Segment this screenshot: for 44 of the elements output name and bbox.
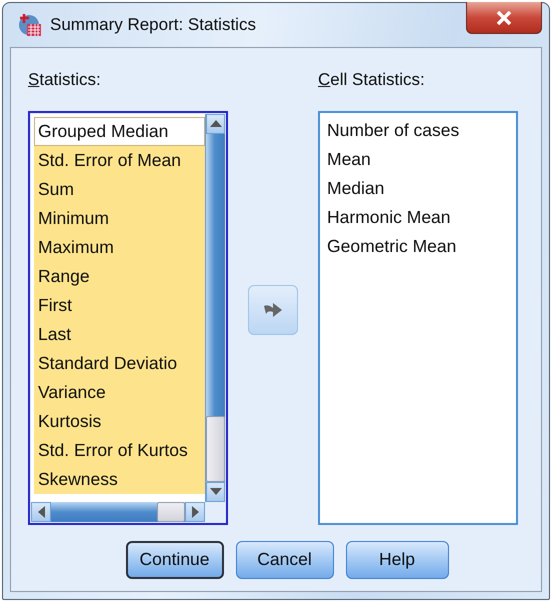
scroll-up-icon	[210, 120, 222, 127]
list-item[interactable]: Number of cases	[323, 116, 516, 144]
list-item[interactable]: Harmonic Mean	[323, 202, 516, 232]
list-item[interactable]: First	[34, 290, 205, 320]
list-label: Cell Statistics:	[318, 70, 426, 91]
scroll-right-icon	[192, 506, 198, 518]
list-item[interactable]: Grouped Median	[34, 116, 205, 146]
list-item[interactable]: Minimum	[34, 204, 205, 232]
scroll-left-button[interactable]	[31, 502, 51, 522]
list-item[interactable]: Median	[323, 174, 516, 202]
dialog-button[interactable]: Help	[346, 540, 448, 578]
move-button[interactable]	[248, 284, 298, 334]
dialog-button[interactable]: Cancel	[236, 540, 334, 578]
dialog-button[interactable]: Continue	[126, 540, 224, 578]
list-item[interactable]: Variance	[34, 378, 205, 406]
scroll-right-button[interactable]	[185, 502, 205, 522]
close-button[interactable]	[466, 2, 542, 34]
list-item[interactable]: Sum	[34, 174, 205, 204]
window-title: Summary Report: Statistics	[50, 15, 256, 35]
list-item[interactable]: Std. Error of Kurtos	[34, 436, 205, 464]
list-item[interactable]: Maximum	[34, 232, 205, 262]
scroll-thumb[interactable]	[157, 502, 185, 522]
list-item[interactable]: Mean	[323, 144, 516, 174]
scrollbar-corner	[205, 502, 225, 522]
close-icon	[496, 10, 512, 24]
vertical-scrollbar[interactable]	[205, 114, 225, 502]
horizontal-scrollbar[interactable]	[31, 502, 205, 522]
list-item[interactable]: Skewness	[34, 464, 205, 494]
list-item[interactable]: Standard Deviatio	[34, 348, 205, 378]
scroll-left-icon	[38, 506, 44, 518]
scroll-down-button[interactable]	[206, 482, 225, 502]
list-item[interactable]: Range	[34, 262, 205, 290]
scroll-down-icon	[210, 488, 222, 495]
scroll-thumb[interactable]	[206, 416, 225, 482]
list-item[interactable]: Kurtosis	[34, 406, 205, 436]
app-icon	[18, 13, 42, 37]
scroll-up-button[interactable]	[206, 114, 225, 134]
cell-statistics-list[interactable]: Number of cases Mean Median Harmonic Mean Geometric Mean	[320, 112, 516, 522]
statistics-list[interactable]: Grouped Median Std. Error of Mean Sum Minimum Maximum Range First Last Standard Deviatio Variance Kurtosis Std. Error of Kurtos Skewness	[31, 114, 225, 522]
arrow-icon	[263, 302, 283, 318]
list-label: Statistics:	[28, 70, 102, 91]
list-item[interactable]: Geometric Mean	[323, 232, 516, 260]
list-item[interactable]: Std. Error of Mean	[34, 146, 205, 174]
list-item[interactable]: Last	[34, 320, 205, 348]
